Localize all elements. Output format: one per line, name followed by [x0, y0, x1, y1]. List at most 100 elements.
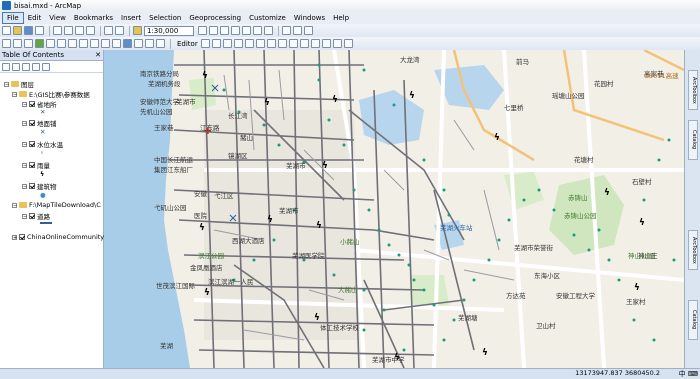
toc-item-layer-3[interactable]: − 水位水温	[22, 139, 63, 149]
model-builder-icon[interactable]	[264, 26, 273, 35]
full-extent-icon[interactable]	[35, 39, 44, 48]
select-icon[interactable]	[293, 26, 302, 35]
edit-tool-icon[interactable]	[200, 39, 210, 48]
hyperlink-icon[interactable]	[156, 39, 165, 48]
cut-polygons-icon[interactable]	[288, 39, 298, 48]
select-elements-icon[interactable]	[112, 39, 121, 48]
reshape-icon[interactable]	[277, 39, 287, 48]
layer-visibility-checkbox[interactable]	[29, 101, 35, 107]
fixed-zoom-in-icon[interactable]	[46, 39, 55, 48]
collapse-icon[interactable]: −	[12, 202, 17, 208]
layer-visibility-checkbox[interactable]	[19, 234, 25, 240]
fixed-zoom-out-icon[interactable]	[57, 39, 66, 48]
collapse-icon[interactable]: −	[12, 91, 17, 97]
map-view[interactable]: ϟϟϟ ϟϟϟ ϟϟϟ ϟϟϟ ϟϟϟ ϟ ✚ 南京铁路分局 芜湖机务段 安徽师…	[104, 50, 684, 368]
add-data-icon[interactable]	[133, 26, 142, 35]
copy-icon[interactable]	[64, 26, 73, 35]
toc-item-data-folder[interactable]: − E:\GIS比赛\参赛数据	[12, 89, 90, 99]
toc-item-basemap[interactable]: + ChinaOnlineCommunity	[12, 233, 104, 241]
forward-extent-icon[interactable]	[79, 39, 88, 48]
catalog-tab[interactable]: ArcToolbox	[688, 70, 698, 110]
trace-icon[interactable]	[244, 39, 254, 48]
create-features-icon[interactable]	[343, 39, 353, 48]
print-icon[interactable]	[35, 26, 44, 35]
layer-visibility-checkbox[interactable]	[29, 213, 35, 219]
collapse-icon[interactable]: −	[22, 162, 27, 168]
zoom-in-icon[interactable]	[2, 39, 11, 48]
find-icon[interactable]	[134, 39, 143, 48]
list-by-selection-icon[interactable]	[32, 62, 40, 71]
save-icon[interactable]	[24, 26, 33, 35]
map-scale-select[interactable]: 1:30,000	[144, 25, 194, 36]
menu-file[interactable]: File	[2, 11, 24, 24]
point-icon[interactable]	[255, 39, 265, 48]
search-tab[interactable]: Catalog	[688, 120, 698, 160]
zoom-out-icon[interactable]	[13, 39, 22, 48]
menu-selection[interactable]: Selection	[145, 13, 185, 23]
cut-icon[interactable]	[53, 26, 62, 35]
menu-view[interactable]: View	[45, 13, 70, 23]
collapse-icon[interactable]: −	[22, 213, 27, 219]
ime-indicator-icon[interactable]: 中 ⌨	[679, 369, 698, 379]
pan-icon[interactable]	[24, 39, 33, 48]
editor-menu[interactable]: Editor	[177, 40, 198, 48]
catalog-window-icon[interactable]	[220, 26, 229, 35]
edit-annotation-icon[interactable]	[211, 39, 221, 48]
toc-item-layer-5[interactable]: − 建筑物	[22, 181, 57, 191]
back-extent-icon[interactable]	[68, 39, 77, 48]
menu-insert[interactable]: Insert	[117, 13, 145, 23]
attributes-icon[interactable]	[321, 39, 331, 48]
toc-item-tile-folder[interactable]: − F:\MapTileDownload\C	[12, 201, 101, 209]
toc-item-roads[interactable]: − 道路	[22, 211, 50, 221]
open-icon[interactable]	[13, 26, 22, 35]
menu-help[interactable]: Help	[329, 13, 353, 23]
layout-icon[interactable]	[304, 26, 313, 35]
menu-bookmarks[interactable]: Bookmarks	[70, 13, 117, 23]
options-icon[interactable]	[42, 62, 50, 71]
search-window-icon[interactable]	[231, 26, 240, 35]
layer-visibility-checkbox[interactable]	[29, 141, 35, 147]
measure-icon[interactable]	[145, 39, 154, 48]
close-icon[interactable]: ✕	[95, 51, 101, 59]
clear-selection-icon[interactable]	[101, 39, 110, 48]
toc-window-icon[interactable]	[209, 26, 218, 35]
toolbox-tab[interactable]: ArcToolbox	[688, 230, 698, 270]
redo-icon[interactable]	[115, 26, 124, 35]
endpoint-arc-icon[interactable]	[233, 39, 243, 48]
paste-icon[interactable]	[75, 26, 84, 35]
layer-visibility-checkbox[interactable]	[29, 183, 35, 189]
identify-icon[interactable]	[123, 39, 132, 48]
select-features-icon[interactable]	[90, 39, 99, 48]
straight-segment-icon[interactable]	[222, 39, 232, 48]
toc-item-layer-4[interactable]: − 雨量	[22, 160, 50, 170]
layer-visibility-checkbox[interactable]	[29, 120, 35, 126]
results-tab[interactable]: Catalog	[688, 300, 698, 340]
menu-edit[interactable]: Edit	[24, 13, 46, 23]
collapse-icon[interactable]: −	[22, 141, 27, 147]
menu-customize[interactable]: Customize	[245, 13, 290, 23]
menu-windows[interactable]: Windows	[290, 13, 329, 23]
collapse-icon[interactable]: −	[4, 81, 9, 87]
python-icon[interactable]	[253, 26, 262, 35]
new-document-icon[interactable]	[2, 26, 11, 35]
draw-tool-icon[interactable]	[282, 26, 291, 35]
layer-visibility-checkbox[interactable]	[29, 162, 35, 168]
split-icon[interactable]	[299, 39, 309, 48]
delete-icon[interactable]	[86, 26, 95, 35]
list-by-source-icon[interactable]	[12, 62, 20, 71]
toc-item-layers[interactable]: − 图层	[4, 79, 34, 89]
rotate-icon[interactable]	[310, 39, 320, 48]
collapse-icon[interactable]: −	[22, 101, 27, 107]
list-by-drawing-order-icon[interactable]	[2, 62, 10, 71]
sketch-properties-icon[interactable]	[332, 39, 342, 48]
toc-item-layer-2[interactable]: − 地面铺	[22, 118, 57, 128]
editor-toolbar-icon[interactable]	[198, 26, 207, 35]
edit-vertices-icon[interactable]	[266, 39, 276, 48]
expand-icon[interactable]: +	[12, 234, 17, 240]
menu-geoprocessing[interactable]: Geoprocessing	[185, 13, 245, 23]
undo-icon[interactable]	[104, 26, 113, 35]
collapse-icon[interactable]: −	[22, 183, 27, 189]
list-by-visibility-icon[interactable]	[22, 62, 30, 71]
arctoolbox-icon[interactable]	[242, 26, 251, 35]
collapse-icon[interactable]: −	[22, 120, 27, 126]
